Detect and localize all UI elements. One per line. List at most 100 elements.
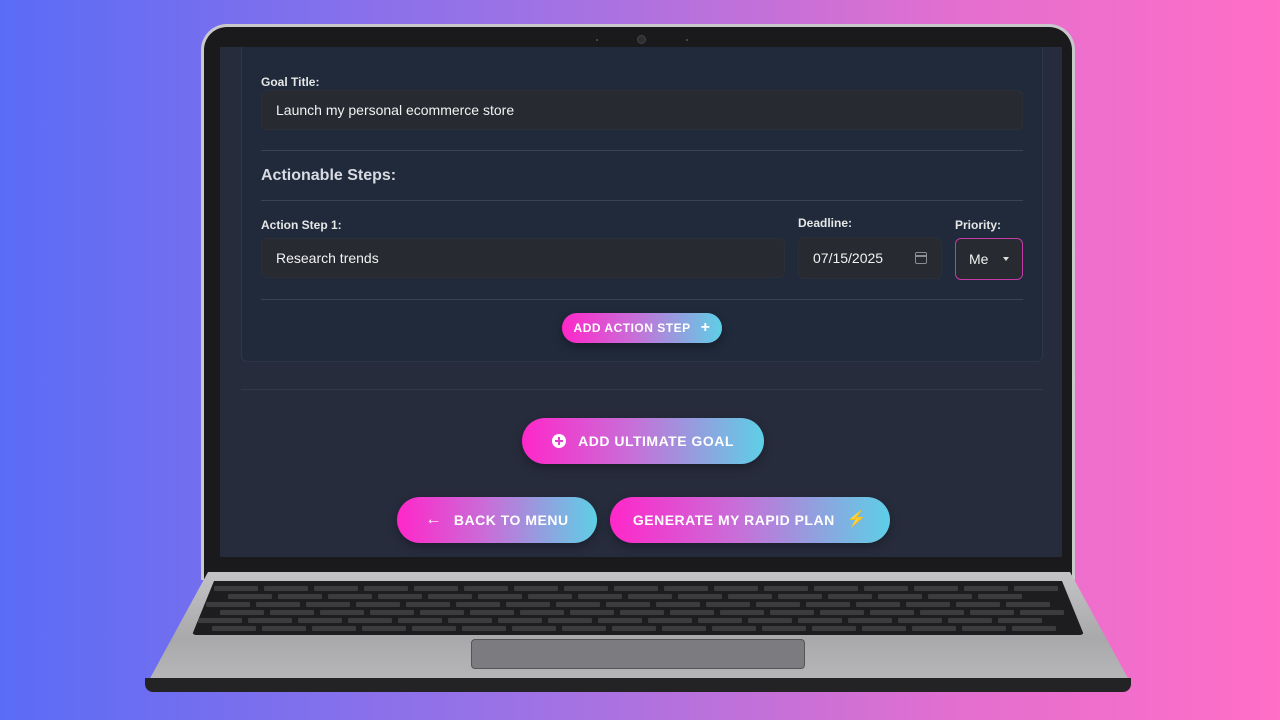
sensor-dot <box>596 39 598 41</box>
divider <box>261 299 1023 300</box>
keyboard-key <box>812 626 856 631</box>
laptop-lid: Goal Title: Launch my personal ecommerce… <box>201 24 1075 580</box>
keyboard-key <box>728 594 772 599</box>
keyboard-key <box>370 610 414 615</box>
keyboard-key <box>514 586 558 591</box>
keyboard-key <box>570 610 614 615</box>
keyboard-key <box>614 586 658 591</box>
keyboard-key <box>770 610 814 615</box>
keyboard-key <box>498 618 542 623</box>
add-ultimate-goal-button[interactable]: ADD ULTIMATE GOAL <box>522 418 764 464</box>
keyboard-key <box>814 586 858 591</box>
priority-value: Me <box>969 251 989 267</box>
lightning-icon: ⚡ <box>846 511 868 528</box>
keyboard-key <box>512 626 556 631</box>
calendar-icon[interactable] <box>915 252 927 264</box>
keyboard-key <box>578 594 622 599</box>
keyboard-key <box>1006 602 1050 607</box>
divider <box>261 150 1023 151</box>
goal-card: Goal Title: Launch my personal ecommerce… <box>241 47 1043 362</box>
keyboard-key <box>506 602 550 607</box>
keyboard-key <box>348 618 392 623</box>
keyboard-key <box>820 610 864 615</box>
keyboard-key <box>970 610 1014 615</box>
keyboard-key <box>712 626 756 631</box>
keyboard-key <box>256 602 300 607</box>
keyboard-key <box>248 618 292 623</box>
goal-title-input[interactable]: Launch my personal ecommerce store <box>261 90 1023 130</box>
keyboard-key <box>470 610 514 615</box>
keyboard-key <box>670 610 714 615</box>
keyboard-key <box>628 594 672 599</box>
keyboard-key <box>448 618 492 623</box>
keyboard-key <box>906 602 950 607</box>
keyboard-key <box>1020 610 1064 615</box>
keyboard-key <box>806 602 850 607</box>
webcam-icon <box>637 35 646 44</box>
keyboard-key <box>478 594 522 599</box>
keyboard-key <box>998 618 1042 623</box>
add-action-step-button[interactable]: ADD ACTION STEP + <box>562 313 722 343</box>
keyboard-key <box>462 626 506 631</box>
keyboard-key <box>656 602 700 607</box>
keyboard-key <box>548 618 592 623</box>
keyboard-key <box>212 626 256 631</box>
deadline-input[interactable]: 07/15/2025 <box>798 237 942 279</box>
keyboard <box>192 581 1084 635</box>
keyboard-key <box>928 594 972 599</box>
plus-icon: + <box>700 319 711 336</box>
keyboard-key <box>228 594 272 599</box>
keyboard-key <box>428 594 472 599</box>
keyboard-key <box>528 594 572 599</box>
back-to-menu-button[interactable]: ← BACK TO MENU <box>397 497 597 543</box>
keyboard-key <box>620 610 664 615</box>
keyboard-key <box>598 618 642 623</box>
action-step-input[interactable]: Research trends <box>261 238 785 278</box>
keyboard-key <box>764 586 808 591</box>
keyboard-key <box>856 602 900 607</box>
keyboard-key <box>456 602 500 607</box>
priority-label: Priority: <box>955 218 1002 232</box>
keyboard-key <box>978 594 1022 599</box>
divider <box>241 389 1043 390</box>
divider <box>261 200 1023 201</box>
keyboard-key <box>748 618 792 623</box>
keyboard-key <box>898 618 942 623</box>
keyboard-key <box>556 602 600 607</box>
keyboard-key <box>198 618 242 623</box>
action-step-label: Action Step 1: <box>261 218 342 232</box>
keyboard-key <box>914 586 958 591</box>
keyboard-key <box>414 586 458 591</box>
generate-plan-label: GENERATE MY RAPID PLAN <box>632 512 835 528</box>
keyboard-key <box>870 610 914 615</box>
keyboard-key <box>678 594 722 599</box>
keyboard-key <box>798 618 842 623</box>
laptop-base-edge <box>145 678 1131 692</box>
keyboard-key <box>562 626 606 631</box>
keyboard-key <box>378 594 422 599</box>
keyboard-key <box>778 594 822 599</box>
keyboard-key <box>464 586 508 591</box>
plus-circle-icon <box>552 434 567 448</box>
keyboard-key <box>664 586 708 591</box>
keyboard-key <box>314 586 358 591</box>
trackpad <box>471 639 805 669</box>
keyboard-key <box>648 618 692 623</box>
keyboard-key <box>706 602 750 607</box>
keyboard-key <box>1012 626 1056 631</box>
keyboard-key <box>278 594 322 599</box>
app-screen: Goal Title: Launch my personal ecommerce… <box>220 47 1062 557</box>
generate-plan-button[interactable]: GENERATE MY RAPID PLAN ⚡ <box>610 497 890 543</box>
keyboard-key <box>264 586 308 591</box>
keyboard-key <box>920 610 964 615</box>
keyboard-key <box>262 626 306 631</box>
sensor-dot <box>686 39 688 41</box>
keyboard-key <box>320 610 364 615</box>
keyboard-key <box>398 618 442 623</box>
keyboard-key <box>862 626 906 631</box>
priority-select[interactable]: Me <box>955 238 1023 280</box>
keyboard-key <box>714 586 758 591</box>
keyboard-key <box>564 586 608 591</box>
keyboard-key <box>606 602 650 607</box>
keyboard-key <box>878 594 922 599</box>
